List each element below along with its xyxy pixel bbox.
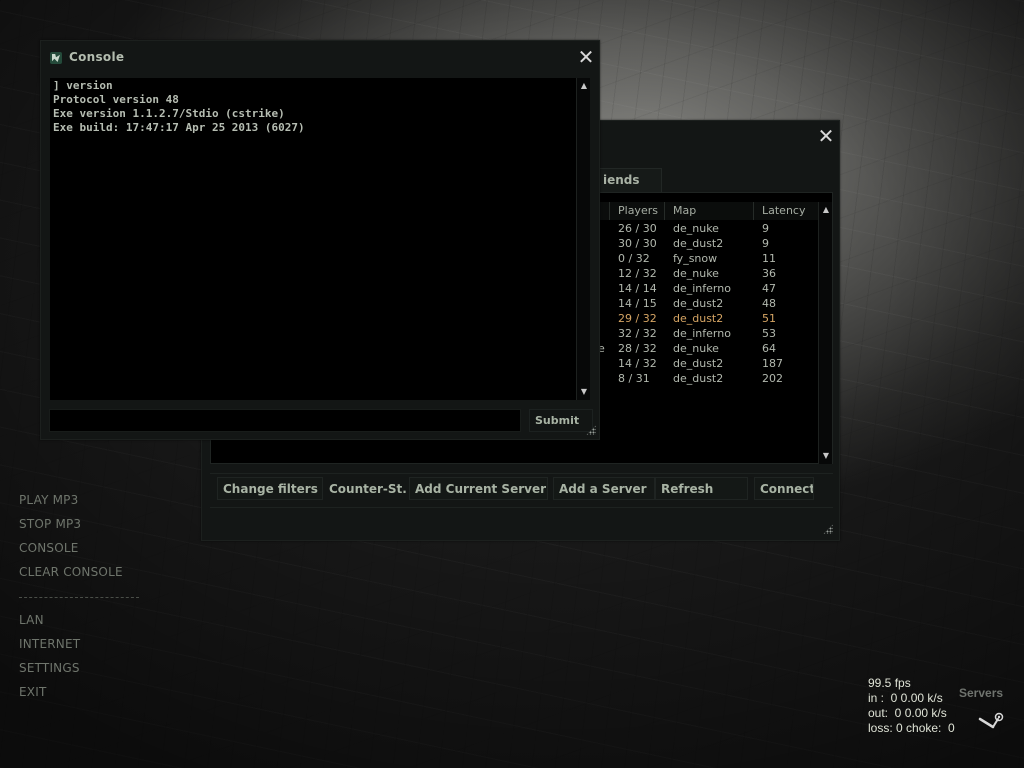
column-header-players-label: Players [618,204,658,217]
add-current-server-button[interactable]: Add Current Server [409,477,548,500]
server-latency-cell: 64 [762,342,776,355]
menu-item-stop-mp3[interactable]: STOP MP3 [19,517,139,541]
console-close-button[interactable]: ✕ [577,45,595,69]
server-latency-cell: 47 [762,282,776,295]
column-header-players[interactable]: Players [609,202,664,220]
console-window: Console ✕ ] version Protocol version 48 … [40,40,600,440]
server-map-cell: de_dust2 [673,237,724,250]
menu-item-exit[interactable]: EXIT [19,685,139,709]
server-players-cell: 14 / 32 [618,357,657,370]
fps-readout: 99.5 fps [868,676,911,690]
server-latency-cell: 202 [762,372,783,385]
server-players-cell: 29 / 32 [618,312,657,325]
column-header-map-label: Map [673,204,697,217]
close-icon: ✕ [817,124,835,148]
menu-item-lan[interactable]: LAN [19,613,139,637]
menu-item-clear-console[interactable]: CLEAR CONSOLE [19,565,139,589]
add-server-button[interactable]: Add a Server [553,477,655,500]
server-map-cell: de_dust2 [673,357,724,370]
menu-separator [19,597,139,598]
net-out-readout: out: 0 0.00 k/s [868,706,947,720]
scroll-down-arrow-icon[interactable]: ▼ [577,384,591,400]
console-line: Protocol version 48 [53,93,179,106]
console-command-input[interactable] [49,409,521,432]
server-latency-cell: 9 [762,222,769,235]
net-in-readout: in : 0 0.00 k/s [868,691,943,705]
servers-label: Servers [959,686,1004,700]
net-graph: 99.5 fps in : 0 0.00 k/s out: 0 0.00 k/s… [868,676,955,736]
console-output: ] version Protocol version 48 Exe versio… [49,77,591,401]
server-players-cell: 32 / 32 [618,327,657,340]
browser-resize-grip[interactable] [823,524,833,534]
column-header-latency-label: Latency [762,204,806,217]
menu-item-console[interactable]: CONSOLE [19,541,139,565]
scroll-up-arrow-icon[interactable]: ▲ [577,78,591,94]
server-map-cell: de_inferno [673,327,731,340]
server-latency-cell: 36 [762,267,776,280]
server-map-cell: de_nuke [673,342,719,355]
server-players-cell: 12 / 32 [618,267,657,280]
server-players-cell: 8 / 31 [618,372,650,385]
server-players-cell: 30 / 30 [618,237,657,250]
server-players-cell: 14 / 15 [618,297,657,310]
console-scrollbar[interactable]: ▲ ▼ [576,78,590,400]
net-loss-readout: loss: 0 choke: 0 [868,721,955,735]
browser-close-button[interactable]: ✕ [817,124,835,148]
menu-item-settings[interactable]: SETTINGS [19,661,139,685]
server-latency-cell: 11 [762,252,776,265]
server-map-cell: fy_snow [673,252,718,265]
server-players-cell: 14 / 14 [618,282,657,295]
game-logo-icon [50,52,62,64]
scroll-down-arrow-icon[interactable]: ▼ [819,448,833,464]
server-list-scrollbar[interactable]: ▲ ▼ [818,202,832,464]
console-title-bar[interactable]: Console [41,41,599,75]
server-players-cell: 0 / 32 [618,252,650,265]
server-map-cell: de_inferno [673,282,731,295]
scroll-up-arrow-icon[interactable]: ▲ [819,202,833,218]
connect-button[interactable]: Connect [754,477,814,500]
console-line: ] version [53,79,113,92]
server-map-cell: de_dust2 [673,312,724,325]
server-map-cell: de_dust2 [673,297,724,310]
server-latency-cell: 187 [762,357,783,370]
submit-button[interactable]: Submit [529,409,593,432]
change-filters-button[interactable]: Change filters [217,477,323,500]
tab-friends-label: iends [603,173,640,187]
server-map-cell: de_dust2 [673,372,724,385]
refresh-button[interactable]: Refresh [655,477,748,500]
menu-item-play-mp3[interactable]: PLAY MP3 [19,493,139,517]
server-latency-cell: 51 [762,312,776,325]
console-line: Exe build: 17:47:17 Apr 25 2013 (6027) [53,121,305,134]
server-latency-cell: 53 [762,327,776,340]
column-header-latency[interactable]: Latency [753,202,823,220]
steam-icon[interactable] [978,710,1006,732]
close-icon: ✕ [577,45,595,69]
main-menu: PLAY MP3 STOP MP3 CONSOLE CLEAR CONSOLE … [19,493,139,709]
tab-friends[interactable]: iends [592,168,662,192]
column-header-map[interactable]: Map [664,202,753,220]
menu-item-internet[interactable]: INTERNET [19,637,139,661]
server-latency-cell: 48 [762,297,776,310]
server-map-cell: de_nuke [673,267,719,280]
console-line: Exe version 1.1.2.7/Stdio (cstrike) [53,107,285,120]
server-map-cell: de_nuke [673,222,719,235]
game-filter-dropdown[interactable]: Counter-St.. [323,477,409,500]
server-players-cell: 28 / 32 [618,342,657,355]
server-latency-cell: 9 [762,237,769,250]
browser-button-bar: Change filters Counter-St.. Add Current … [210,473,833,508]
console-title: Console [69,50,125,64]
server-players-cell: 26 / 30 [618,222,657,235]
